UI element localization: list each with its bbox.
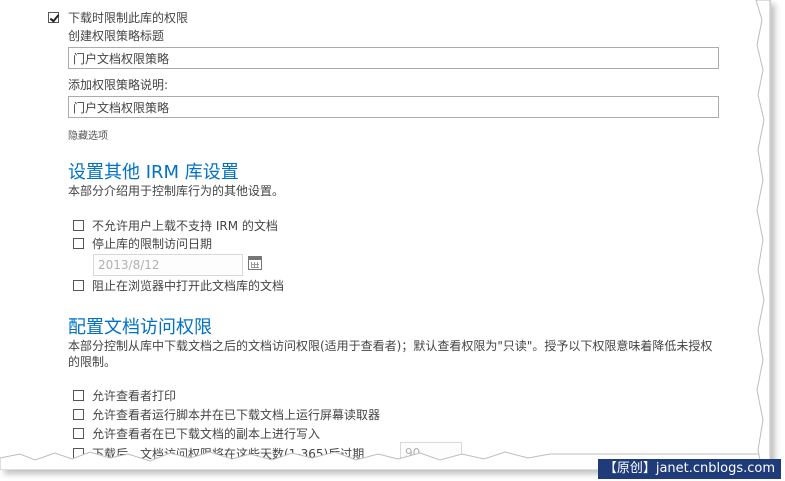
calendar-icon[interactable] — [248, 256, 262, 270]
disallow-non-irm-label: 不允许用户上载不支持 IRM 的文档 — [92, 219, 278, 233]
settings-page: 下载时限制此库的权限 创建权限策略标题 添加权限策略说明: 隐藏选项 设置其他 … — [0, 0, 771, 470]
document-access-description-line2: 的限制。 — [68, 355, 117, 369]
policy-title-label: 创建权限策略标题 — [68, 29, 165, 43]
irm-settings-description: 本部分介绍用于控制库行为的其他设置。 — [68, 184, 285, 198]
allow-write-label: 允许查看者在已下载文档的副本上进行写入 — [92, 427, 321, 441]
restrict-download-checkbox[interactable] — [48, 12, 59, 23]
policy-desc-label: 添加权限策略说明: — [68, 78, 169, 92]
stop-restriction-date-checkbox[interactable] — [73, 238, 84, 249]
disallow-non-irm-checkbox[interactable] — [73, 220, 84, 231]
document-access-heading: 配置文档访问权限 — [68, 317, 212, 338]
block-browser-open-label: 阻止在浏览器中打开此文档库的文档 — [92, 279, 285, 293]
policy-desc-input[interactable] — [68, 96, 719, 118]
allow-print-label: 允许查看者打印 — [92, 389, 177, 403]
watermark-badge: 【原创】janet.cnblogs.com — [597, 459, 781, 479]
allow-script-label: 允许查看者运行脚本并在已下载文档上运行屏幕读取器 — [92, 408, 381, 422]
document-access-description-line1: 本部分控制从库中下载文档之后的文档访问权限(适用于查看者)；默认查看权限为"只读… — [68, 339, 713, 353]
block-browser-open-checkbox[interactable] — [73, 280, 84, 291]
policy-title-input[interactable] — [68, 47, 719, 69]
hide-options-link[interactable]: 隐藏选项 — [68, 127, 108, 142]
stop-date-input[interactable] — [93, 254, 243, 276]
irm-settings-heading: 设置其他 IRM 库设置 — [68, 162, 239, 183]
right-edge-decoration — [755, 0, 770, 470]
allow-print-checkbox[interactable] — [73, 390, 84, 401]
restrict-download-label: 下载时限制此库的权限 — [68, 11, 189, 25]
allow-script-checkbox[interactable] — [73, 409, 84, 420]
stop-restriction-date-label: 停止库的限制访问日期 — [92, 237, 213, 251]
allow-write-checkbox[interactable] — [73, 428, 84, 439]
